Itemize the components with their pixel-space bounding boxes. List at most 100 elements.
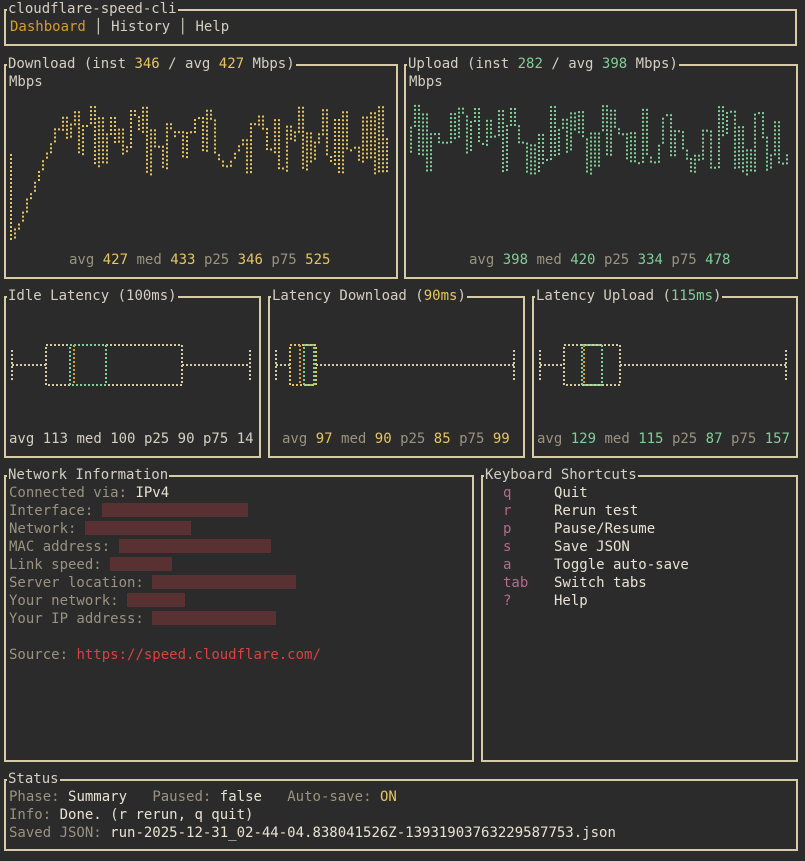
chart-dot <box>150 173 152 176</box>
chart-dot <box>106 141 108 144</box>
chart-dot <box>538 161 540 164</box>
chart-dot <box>610 145 612 148</box>
tab-dashboard[interactable]: Dashboard <box>10 19 86 35</box>
chart-dot <box>430 153 432 156</box>
chart-dot <box>50 147 52 150</box>
chart-dot <box>738 162 740 165</box>
latency-upload-boxplot <box>539 344 787 386</box>
chart-dot <box>606 105 608 108</box>
chart-dot <box>710 158 712 161</box>
chart-dot <box>426 157 428 160</box>
idle-latency-boxplot <box>11 344 251 386</box>
chart-dot <box>538 137 540 140</box>
chart-dot <box>738 158 740 161</box>
chart-dot <box>346 135 348 138</box>
chart-dot <box>82 137 84 140</box>
chart-dot <box>746 165 748 168</box>
chart-dot <box>626 137 628 140</box>
chart-dot <box>114 133 116 136</box>
chart-dot <box>94 134 96 137</box>
chart-dot <box>770 166 772 169</box>
chart-dot <box>762 124 764 127</box>
chart-dot <box>10 190 12 192</box>
chart-dot <box>78 123 80 126</box>
chart-dot <box>286 165 288 168</box>
chart-dot <box>382 154 384 157</box>
chart-dot <box>338 171 340 174</box>
chart-dot <box>342 139 344 142</box>
tab-bar: Dashboard │ History │ Help <box>10 18 229 36</box>
chart-dot <box>374 156 376 159</box>
chart-dot <box>642 120 644 123</box>
chart-dot <box>506 137 508 140</box>
chart-dot <box>590 132 592 135</box>
chart-dot <box>466 151 468 154</box>
chart-dot <box>38 174 40 177</box>
chart-dot <box>186 144 188 147</box>
chart-dot <box>382 150 384 153</box>
chart-dot <box>602 117 604 120</box>
chart-dot <box>166 163 168 166</box>
chart-dot <box>342 171 344 174</box>
chart-dot <box>538 133 540 136</box>
chart-dot <box>426 149 428 152</box>
tab-separator: │ <box>94 19 103 35</box>
chart-dot <box>746 161 748 164</box>
status-phase-row: Phase: Summary Paused: false Auto-save: … <box>9 789 397 805</box>
chart-dot <box>366 120 368 123</box>
chart-dot <box>626 157 628 160</box>
chart-dot <box>374 112 376 115</box>
chart-dot <box>26 210 28 213</box>
chart-dot <box>486 143 488 146</box>
chart-dot <box>410 146 412 149</box>
chart-dot <box>102 161 104 164</box>
chart-dot <box>630 152 632 155</box>
chart-dot <box>606 113 608 116</box>
chart-dot <box>306 168 308 171</box>
phase-value: Summary <box>68 789 128 805</box>
chart-dot <box>166 135 168 138</box>
tab-help[interactable]: Help <box>196 19 230 35</box>
chart-dot <box>602 129 604 132</box>
chart-dot <box>458 107 460 110</box>
chart-dot <box>206 141 208 144</box>
chart-dot <box>354 146 356 149</box>
chart-dot <box>250 167 252 170</box>
chart-dot <box>134 110 136 113</box>
chart-dot <box>250 127 252 130</box>
chart-dot <box>98 133 100 136</box>
chart-dot <box>518 125 520 128</box>
chart-dot <box>66 116 68 119</box>
chart-dot <box>582 131 584 134</box>
chart-dot <box>246 151 248 154</box>
chart-dot <box>550 118 552 121</box>
chart-dot <box>378 122 380 125</box>
chart-dot <box>278 119 280 122</box>
chart-dot <box>26 202 28 205</box>
chart-dot <box>186 148 188 151</box>
chart-dot <box>566 150 568 153</box>
chart-dot <box>70 131 72 134</box>
tab-history[interactable]: History <box>111 19 170 35</box>
chart-dot <box>382 122 384 125</box>
download-chart <box>10 106 388 240</box>
chart-dot <box>486 139 488 142</box>
chart-dot <box>594 160 596 163</box>
chart-dot <box>598 148 600 151</box>
chart-dot <box>146 142 148 145</box>
chart-dot <box>102 129 104 132</box>
chart-dot <box>10 158 12 160</box>
chart-dot <box>346 147 348 150</box>
chart-dot <box>278 131 280 134</box>
chart-dot <box>230 164 232 167</box>
chart-dot <box>778 133 780 136</box>
chart-dot <box>94 142 96 145</box>
chart-dot <box>170 127 172 130</box>
chart-dot <box>610 121 612 124</box>
chart-dot <box>246 171 248 174</box>
chart-dot <box>274 147 276 150</box>
chart-dot <box>538 169 540 172</box>
chart-dot <box>314 149 316 152</box>
chart-dot <box>42 160 44 163</box>
source-link[interactable]: https://speed.cloudflare.com/ <box>76 647 320 663</box>
